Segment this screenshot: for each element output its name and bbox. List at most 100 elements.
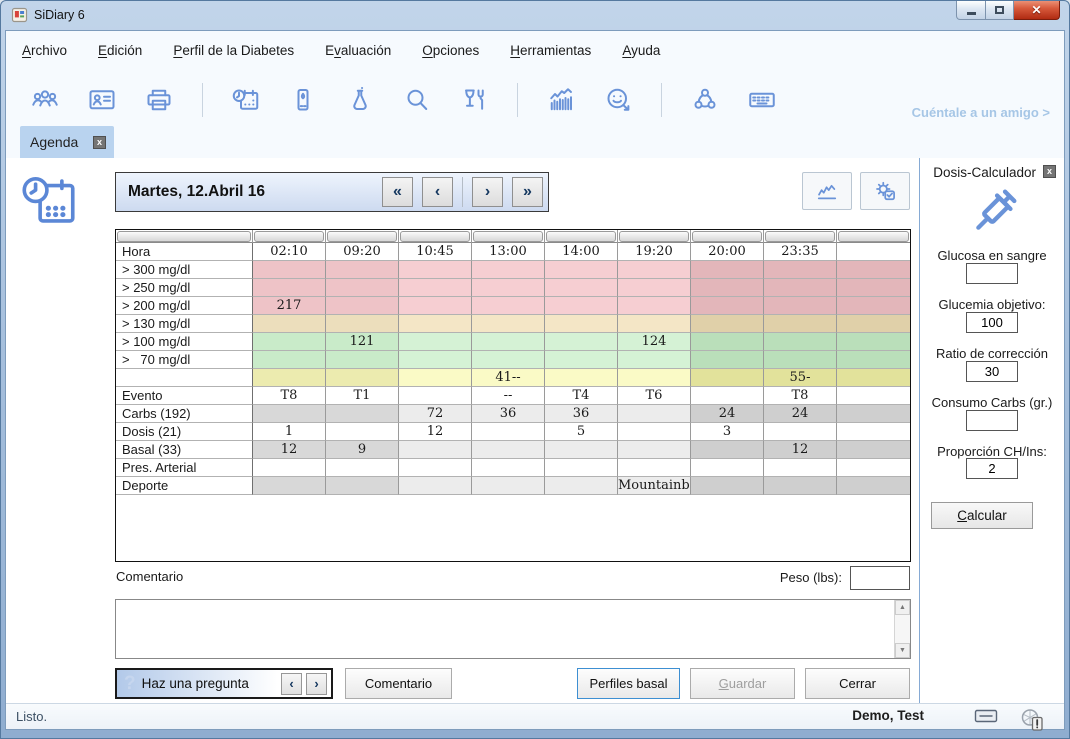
- date-nav-forward-button[interactable]: ›: [472, 177, 503, 207]
- grid-cell[interactable]: [253, 369, 326, 387]
- grid-cell[interactable]: [764, 333, 837, 351]
- grid-cell[interactable]: [253, 351, 326, 369]
- panel-close-icon[interactable]: x: [1043, 165, 1056, 178]
- grid-cell[interactable]: [691, 279, 764, 297]
- grid-cell[interactable]: [837, 477, 910, 495]
- grid-settings-button[interactable]: [860, 172, 910, 210]
- comment-textarea[interactable]: [116, 600, 894, 658]
- grid-cell[interactable]: 5: [545, 423, 618, 441]
- time-header-cell[interactable]: 10:45: [399, 243, 472, 261]
- weight-input[interactable]: [850, 566, 910, 590]
- grid-cell[interactable]: [326, 351, 399, 369]
- time-header-cell[interactable]: 20:00: [691, 243, 764, 261]
- grid-cell[interactable]: [399, 351, 472, 369]
- grid-cell[interactable]: [253, 279, 326, 297]
- grid-cell[interactable]: 36: [545, 405, 618, 423]
- grid-cell[interactable]: T4: [545, 387, 618, 405]
- grid-cell[interactable]: [764, 351, 837, 369]
- menu-item-perfil-de-la-diabetes[interactable]: Perfil de la Diabetes: [171, 40, 296, 61]
- keyboard-status-icon[interactable]: [974, 708, 998, 723]
- grid-cell[interactable]: Mountainbike: [618, 477, 691, 495]
- glucose-meter-button[interactable]: [286, 83, 320, 117]
- grid-cell[interactable]: 24: [764, 405, 837, 423]
- wellbeing-button[interactable]: [601, 83, 635, 117]
- grid-cell[interactable]: T1: [326, 387, 399, 405]
- grid-cell[interactable]: [618, 315, 691, 333]
- grid-cell[interactable]: 12: [399, 423, 472, 441]
- statistics-button[interactable]: [544, 83, 578, 117]
- share-button[interactable]: [688, 83, 722, 117]
- menu-item-opciones[interactable]: Opciones: [420, 40, 481, 61]
- grid-cell[interactable]: [399, 315, 472, 333]
- column-header-button[interactable]: [618, 230, 691, 243]
- time-header-cell[interactable]: 23:35: [764, 243, 837, 261]
- grid-cell[interactable]: [691, 387, 764, 405]
- grid-cell[interactable]: [618, 261, 691, 279]
- trend-chart-button[interactable]: [802, 172, 852, 210]
- menu-item-herramientas[interactable]: Herramientas: [508, 40, 593, 61]
- question-back-button[interactable]: ‹: [281, 673, 302, 695]
- grid-cell[interactable]: [326, 423, 399, 441]
- time-header-cell[interactable]: 13:00: [472, 243, 545, 261]
- grid-cell[interactable]: 3: [691, 423, 764, 441]
- grid-cell[interactable]: [472, 315, 545, 333]
- grid-cell[interactable]: [837, 297, 910, 315]
- grid-cell[interactable]: [764, 315, 837, 333]
- date-nav-back-button[interactable]: ‹: [422, 177, 453, 207]
- grid-cell[interactable]: 124: [618, 333, 691, 351]
- ch-ins-ratio-input[interactable]: [966, 458, 1018, 479]
- grid-cell[interactable]: [326, 279, 399, 297]
- grid-cell[interactable]: T6: [618, 387, 691, 405]
- grid-cell[interactable]: 1: [253, 423, 326, 441]
- grid-cell[interactable]: [691, 297, 764, 315]
- grid-cell[interactable]: [399, 333, 472, 351]
- grid-cell[interactable]: [837, 405, 910, 423]
- time-header-cell[interactable]: 14:00: [545, 243, 618, 261]
- grid-cell[interactable]: 72: [399, 405, 472, 423]
- grid-cell[interactable]: [618, 351, 691, 369]
- grid-cell[interactable]: [691, 351, 764, 369]
- grid-cell[interactable]: [764, 459, 837, 477]
- grid-cell[interactable]: [399, 459, 472, 477]
- grid-cell[interactable]: [764, 423, 837, 441]
- save-button[interactable]: Guardar: [690, 668, 795, 699]
- grid-cell[interactable]: [764, 297, 837, 315]
- grid-cell[interactable]: [691, 315, 764, 333]
- column-header-button[interactable]: [116, 230, 253, 243]
- column-header-button[interactable]: [253, 230, 326, 243]
- grid-cell[interactable]: [326, 459, 399, 477]
- grid-cell[interactable]: [472, 441, 545, 459]
- grid-cell[interactable]: [472, 333, 545, 351]
- grid-cell[interactable]: [399, 297, 472, 315]
- grid-cell[interactable]: [472, 477, 545, 495]
- ask-question-widget[interactable]: ? Haz una pregunta ‹ ›: [115, 668, 333, 699]
- carbs-intake-input[interactable]: [966, 410, 1018, 431]
- grid-cell[interactable]: 55-: [764, 369, 837, 387]
- grid-cell[interactable]: [691, 441, 764, 459]
- question-forward-button[interactable]: ›: [306, 673, 327, 695]
- grid-cell[interactable]: [545, 351, 618, 369]
- time-header-cell[interactable]: [837, 243, 910, 261]
- grid-cell[interactable]: 217: [253, 297, 326, 315]
- grid-cell[interactable]: 41--: [472, 369, 545, 387]
- grid-cell[interactable]: [472, 423, 545, 441]
- time-header-cell[interactable]: 02:10: [253, 243, 326, 261]
- grid-cell[interactable]: 12: [253, 441, 326, 459]
- patients-button[interactable]: [28, 83, 62, 117]
- grid-cell[interactable]: 121: [326, 333, 399, 351]
- grid-cell[interactable]: 12: [764, 441, 837, 459]
- grid-cell[interactable]: [399, 477, 472, 495]
- column-header-button[interactable]: [326, 230, 399, 243]
- grid-cell[interactable]: 36: [472, 405, 545, 423]
- grid-cell[interactable]: [326, 405, 399, 423]
- column-header-button[interactable]: [399, 230, 472, 243]
- tab-agenda[interactable]: Agenda x: [20, 126, 114, 158]
- grid-cell[interactable]: [691, 459, 764, 477]
- grid-cell[interactable]: [545, 369, 618, 387]
- blood-glucose-input[interactable]: [966, 263, 1018, 284]
- grid-cell[interactable]: [691, 333, 764, 351]
- grid-cell[interactable]: 9: [326, 441, 399, 459]
- grid-cell[interactable]: [472, 297, 545, 315]
- grid-cell[interactable]: [545, 441, 618, 459]
- target-glucose-input[interactable]: [966, 312, 1018, 333]
